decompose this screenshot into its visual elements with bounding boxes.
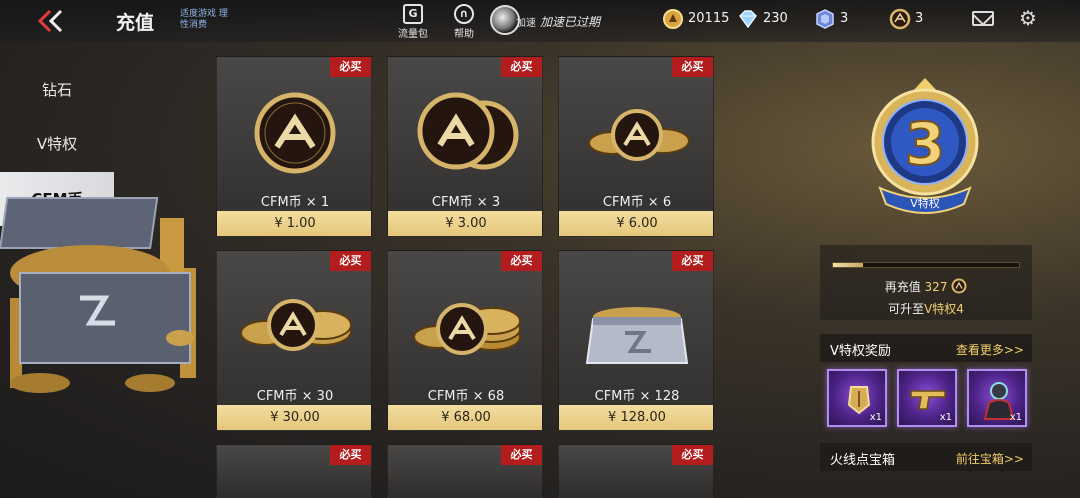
healthy-gaming-notice: 适度游戏 理性消费 xyxy=(180,9,228,30)
sidebar-item-vip[interactable]: V特权 xyxy=(0,117,114,171)
gold-coin-icon xyxy=(663,9,683,29)
diamond-amount: 230 xyxy=(763,11,788,26)
price-button[interactable]: ¥ 6.00 xyxy=(559,211,713,236)
product-card[interactable]: 必买 xyxy=(216,444,372,498)
cfm-coin-pile-icon xyxy=(417,92,519,170)
price-button[interactable]: ¥ 30.00 xyxy=(217,405,371,430)
upgrade-target: 可升至V特权4 xyxy=(820,300,1032,317)
recharge-requirement: 再充值 327 xyxy=(820,278,1032,295)
reward-item-character[interactable]: x1 xyxy=(967,369,1027,427)
headset-icon: ∩ xyxy=(454,4,474,24)
cfm-coin-pile-icon xyxy=(588,109,690,161)
crystal-amount: 3 xyxy=(840,11,849,26)
must-buy-badge: 必买 xyxy=(330,445,371,465)
cfm-coin-stack-icon xyxy=(413,303,521,355)
must-buy-badge: 必买 xyxy=(501,445,542,465)
vip-emblem-label: V特权 xyxy=(910,196,940,210)
top-bar: 充值 适度游戏 理性消费 G 流量包 ∩ 帮助 加速 加速已过期 20115 2… xyxy=(0,0,1080,42)
vip-progress-bar xyxy=(832,262,1020,268)
reward-qty: x1 xyxy=(869,412,882,423)
traffic-pack-icon: G xyxy=(403,4,423,24)
cfm-coin-amount: 3 xyxy=(915,11,924,26)
treasure-chest-header: 火线点宝箱 前往宝箱>> xyxy=(820,443,1032,471)
must-buy-badge: 必买 xyxy=(672,57,713,77)
settings-gear-icon[interactable]: ⚙ xyxy=(1018,8,1038,28)
recharge-prefix: 再充值 xyxy=(884,280,921,294)
upgrade-tier: V特权4 xyxy=(924,302,964,316)
product-card[interactable]: 必买 CFM币 × 6 ¥ 6.00 xyxy=(558,56,714,237)
crystal-icon xyxy=(816,9,834,29)
view-more-link[interactable]: 查看更多>> xyxy=(956,341,1024,358)
product-card[interactable]: 必买 CFM币 × 30 ¥ 30.00 xyxy=(216,250,372,431)
reward-item-pistol[interactable]: x1 xyxy=(897,369,957,427)
product-name: CFM币 × 30 xyxy=(256,389,334,404)
reward-item-badge[interactable]: x1 xyxy=(827,369,887,427)
vip-level-emblem: 3 V特权 xyxy=(871,78,979,214)
product-name: CFM币 × 68 xyxy=(427,389,505,404)
mail-icon[interactable] xyxy=(972,11,994,26)
back-button[interactable] xyxy=(34,8,68,34)
page-title: 充值 xyxy=(116,12,155,34)
product-name: CFM币 × 6 xyxy=(602,195,672,210)
vip-rewards-title: V特权奖励 xyxy=(830,344,891,359)
help-label: 帮助 xyxy=(454,29,474,40)
must-buy-badge: 必买 xyxy=(501,251,542,271)
must-buy-badge: 必买 xyxy=(330,57,371,77)
accelerator-label: 加速 xyxy=(516,18,536,29)
vip-level-number: 3 xyxy=(905,110,945,178)
price-button[interactable]: ¥ 128.00 xyxy=(559,405,713,430)
cfm-coin-icon xyxy=(889,8,911,30)
price-button[interactable]: ¥ 68.00 xyxy=(388,405,542,430)
product-card[interactable]: 必买 CFM币 × 3 ¥ 3.00 xyxy=(387,56,543,237)
vip-progress-panel: 再充值 327 可升至V特权4 xyxy=(820,245,1032,320)
traffic-pack-button[interactable]: G 流量包 xyxy=(398,4,428,40)
must-buy-badge: 必买 xyxy=(672,251,713,271)
double-chevron-left-icon xyxy=(37,9,63,33)
product-name: CFM币 × 128 xyxy=(594,389,680,404)
cfm-coin-box-icon xyxy=(585,307,689,364)
reward-qty: x1 xyxy=(1009,412,1022,423)
gold-amount: 20115 xyxy=(688,11,730,26)
traffic-pack-label: 流量包 xyxy=(398,29,428,40)
product-card[interactable]: 必买 xyxy=(558,444,714,498)
product-name: CFM币 × 3 xyxy=(431,195,501,210)
price-button[interactable]: ¥ 1.00 xyxy=(217,211,371,236)
sidebar-item-diamond[interactable]: 钻石 xyxy=(0,63,114,117)
treasure-chest-illustration xyxy=(0,197,196,393)
price-button[interactable]: ¥ 3.00 xyxy=(388,211,542,236)
product-name: CFM币 × 1 xyxy=(260,195,330,210)
product-card[interactable]: 必买 xyxy=(387,444,543,498)
product-card[interactable]: 必买 CFM币 × 68 ¥ 68.00 xyxy=(387,250,543,431)
treasure-chest-title: 火线点宝箱 xyxy=(830,453,896,468)
reward-qty: x1 xyxy=(939,412,952,423)
cfm-coin-single-icon xyxy=(254,92,336,174)
vip-rewards-header: V特权奖励 查看更多>> xyxy=(820,334,1032,362)
must-buy-badge: 必买 xyxy=(501,57,542,77)
accelerator-button[interactable]: 加速 加速已过期 xyxy=(490,5,610,35)
help-button[interactable]: ∩ 帮助 xyxy=(454,4,474,40)
product-card[interactable]: 必买 CFM币 × 1 ¥ 1.00 xyxy=(216,56,372,237)
diamond-icon xyxy=(739,10,757,29)
cfm-coin-stack-icon xyxy=(240,299,352,351)
must-buy-badge: 必买 xyxy=(330,251,371,271)
vip-progress-fill xyxy=(833,263,863,267)
must-buy-badge: 必买 xyxy=(672,445,713,465)
recharge-amount: 327 xyxy=(924,280,948,294)
upgrade-prefix: 可升至 xyxy=(888,302,925,316)
accelerator-status: 加速已过期 xyxy=(540,15,601,29)
go-to-chest-link[interactable]: 前往宝箱>> xyxy=(956,450,1024,467)
cfm-coin-icon xyxy=(951,278,967,294)
product-card[interactable]: 必买 CFM币 × 128 ¥ 128.00 xyxy=(558,250,714,431)
